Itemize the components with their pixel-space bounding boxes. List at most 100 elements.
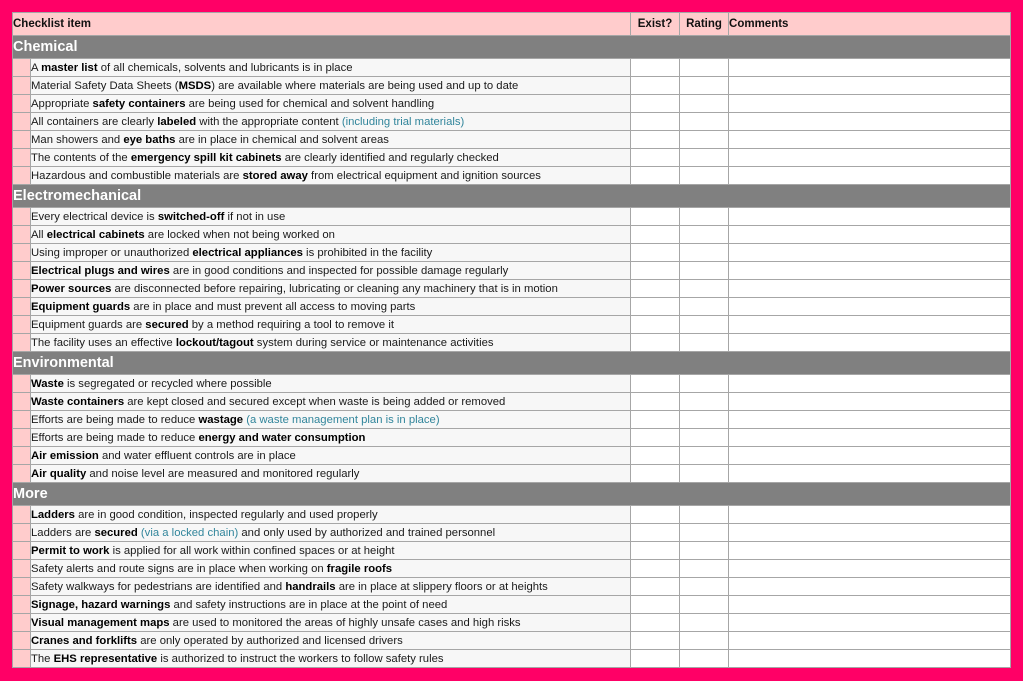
checklist-item-text[interactable]: Every electrical device is switched-off … [29,207,632,226]
row-indicator-cell[interactable] [12,374,31,393]
exist-cell[interactable] [630,428,681,447]
comments-cell[interactable] [728,94,1012,113]
checklist-item-text[interactable]: Cranes and forklifts are only operated b… [29,631,632,650]
comments-cell[interactable] [728,410,1012,429]
checklist-item-text[interactable]: The contents of the emergency spill kit … [29,148,632,167]
comments-cell[interactable] [728,112,1012,131]
row-indicator-cell[interactable] [12,315,31,334]
row-indicator-cell[interactable] [12,595,31,614]
row-indicator-cell[interactable] [12,76,31,95]
comments-cell[interactable] [728,559,1012,578]
row-indicator-cell[interactable] [12,94,31,113]
exist-cell[interactable] [630,225,681,244]
row-indicator-cell[interactable] [12,58,31,77]
checklist-item-text[interactable]: Ladders are in good condition, inspected… [29,505,632,524]
exist-cell[interactable] [630,166,681,185]
checklist-item-text[interactable]: Air emission and water effluent controls… [29,446,632,465]
comments-cell[interactable] [728,577,1012,596]
checklist-item-text[interactable]: Ladders are secured (via a locked chain)… [29,523,632,542]
exist-cell[interactable] [630,76,681,95]
checklist-item-text[interactable]: Signage, hazard warnings and safety inst… [29,595,632,614]
row-indicator-cell[interactable] [12,333,31,352]
exist-cell[interactable] [630,297,681,316]
exist-cell[interactable] [630,333,681,352]
exist-cell[interactable] [630,464,681,483]
row-indicator-cell[interactable] [12,112,31,131]
header-exist[interactable]: Exist? [630,12,681,36]
rating-cell[interactable] [679,297,730,316]
rating-cell[interactable] [679,112,730,131]
checklist-item-text[interactable]: Appropriate safety containers are being … [29,94,632,113]
checklist-item-text[interactable]: Equipment guards are secured by a method… [29,315,632,334]
rating-cell[interactable] [679,559,730,578]
row-indicator-cell[interactable] [12,577,31,596]
comments-cell[interactable] [728,166,1012,185]
row-indicator-cell[interactable] [12,631,31,650]
comments-cell[interactable] [728,541,1012,560]
checklist-item-text[interactable]: Using improper or unauthorized electrica… [29,243,632,262]
exist-cell[interactable] [630,523,681,542]
header-comments[interactable]: Comments [728,12,1012,36]
row-indicator-cell[interactable] [12,166,31,185]
rating-cell[interactable] [679,243,730,262]
row-indicator-cell[interactable] [12,428,31,447]
exist-cell[interactable] [630,595,681,614]
row-indicator-cell[interactable] [12,649,31,668]
rating-cell[interactable] [679,464,730,483]
row-indicator-cell[interactable] [12,297,31,316]
checklist-item-text[interactable]: Equipment guards are in place and must p… [29,297,632,316]
exist-cell[interactable] [630,541,681,560]
row-indicator-cell[interactable] [12,148,31,167]
checklist-item-text[interactable]: Efforts are being made to reduce wastage… [29,410,632,429]
exist-cell[interactable] [630,112,681,131]
exist-cell[interactable] [630,94,681,113]
checklist-item-text[interactable]: Electrical plugs and wires are in good c… [29,261,632,280]
checklist-item-text[interactable]: The facility uses an effective lockout/t… [29,333,632,352]
row-indicator-cell[interactable] [12,523,31,542]
checklist-item-text[interactable]: Safety alerts and route signs are in pla… [29,559,632,578]
row-indicator-cell[interactable] [12,505,31,524]
checklist-item-text[interactable]: Permit to work is applied for all work w… [29,541,632,560]
rating-cell[interactable] [679,505,730,524]
header-checklist-item[interactable]: Checklist item [11,12,632,36]
exist-cell[interactable] [630,315,681,334]
comments-cell[interactable] [728,523,1012,542]
checklist-item-text[interactable]: A master list of all chemicals, solvents… [29,58,632,77]
row-indicator-cell[interactable] [12,541,31,560]
rating-cell[interactable] [679,130,730,149]
comments-cell[interactable] [728,613,1012,632]
exist-cell[interactable] [630,58,681,77]
rating-cell[interactable] [679,595,730,614]
checklist-item-text[interactable]: Waste is segregated or recycled where po… [29,374,632,393]
rating-cell[interactable] [679,631,730,650]
comments-cell[interactable] [728,595,1012,614]
rating-cell[interactable] [679,541,730,560]
comments-cell[interactable] [728,243,1012,262]
rating-cell[interactable] [679,166,730,185]
comments-cell[interactable] [728,279,1012,298]
exist-cell[interactable] [630,374,681,393]
section-title[interactable]: More [11,482,1012,506]
exist-cell[interactable] [630,243,681,262]
comments-cell[interactable] [728,130,1012,149]
checklist-item-text[interactable]: Visual management maps are used to monit… [29,613,632,632]
exist-cell[interactable] [630,559,681,578]
comments-cell[interactable] [728,315,1012,334]
section-title[interactable]: Chemical [11,35,1012,59]
checklist-item-text[interactable]: Air quality and noise level are measured… [29,464,632,483]
comments-cell[interactable] [728,631,1012,650]
exist-cell[interactable] [630,261,681,280]
rating-cell[interactable] [679,225,730,244]
rating-cell[interactable] [679,207,730,226]
checklist-item-text[interactable]: Efforts are being made to reduce energy … [29,428,632,447]
comments-cell[interactable] [728,505,1012,524]
exist-cell[interactable] [630,130,681,149]
checklist-item-text[interactable]: Hazardous and combustible materials are … [29,166,632,185]
comments-cell[interactable] [728,333,1012,352]
rating-cell[interactable] [679,315,730,334]
checklist-item-text[interactable]: All electrical cabinets are locked when … [29,225,632,244]
row-indicator-cell[interactable] [12,446,31,465]
exist-cell[interactable] [630,148,681,167]
row-indicator-cell[interactable] [12,613,31,632]
comments-cell[interactable] [728,392,1012,411]
